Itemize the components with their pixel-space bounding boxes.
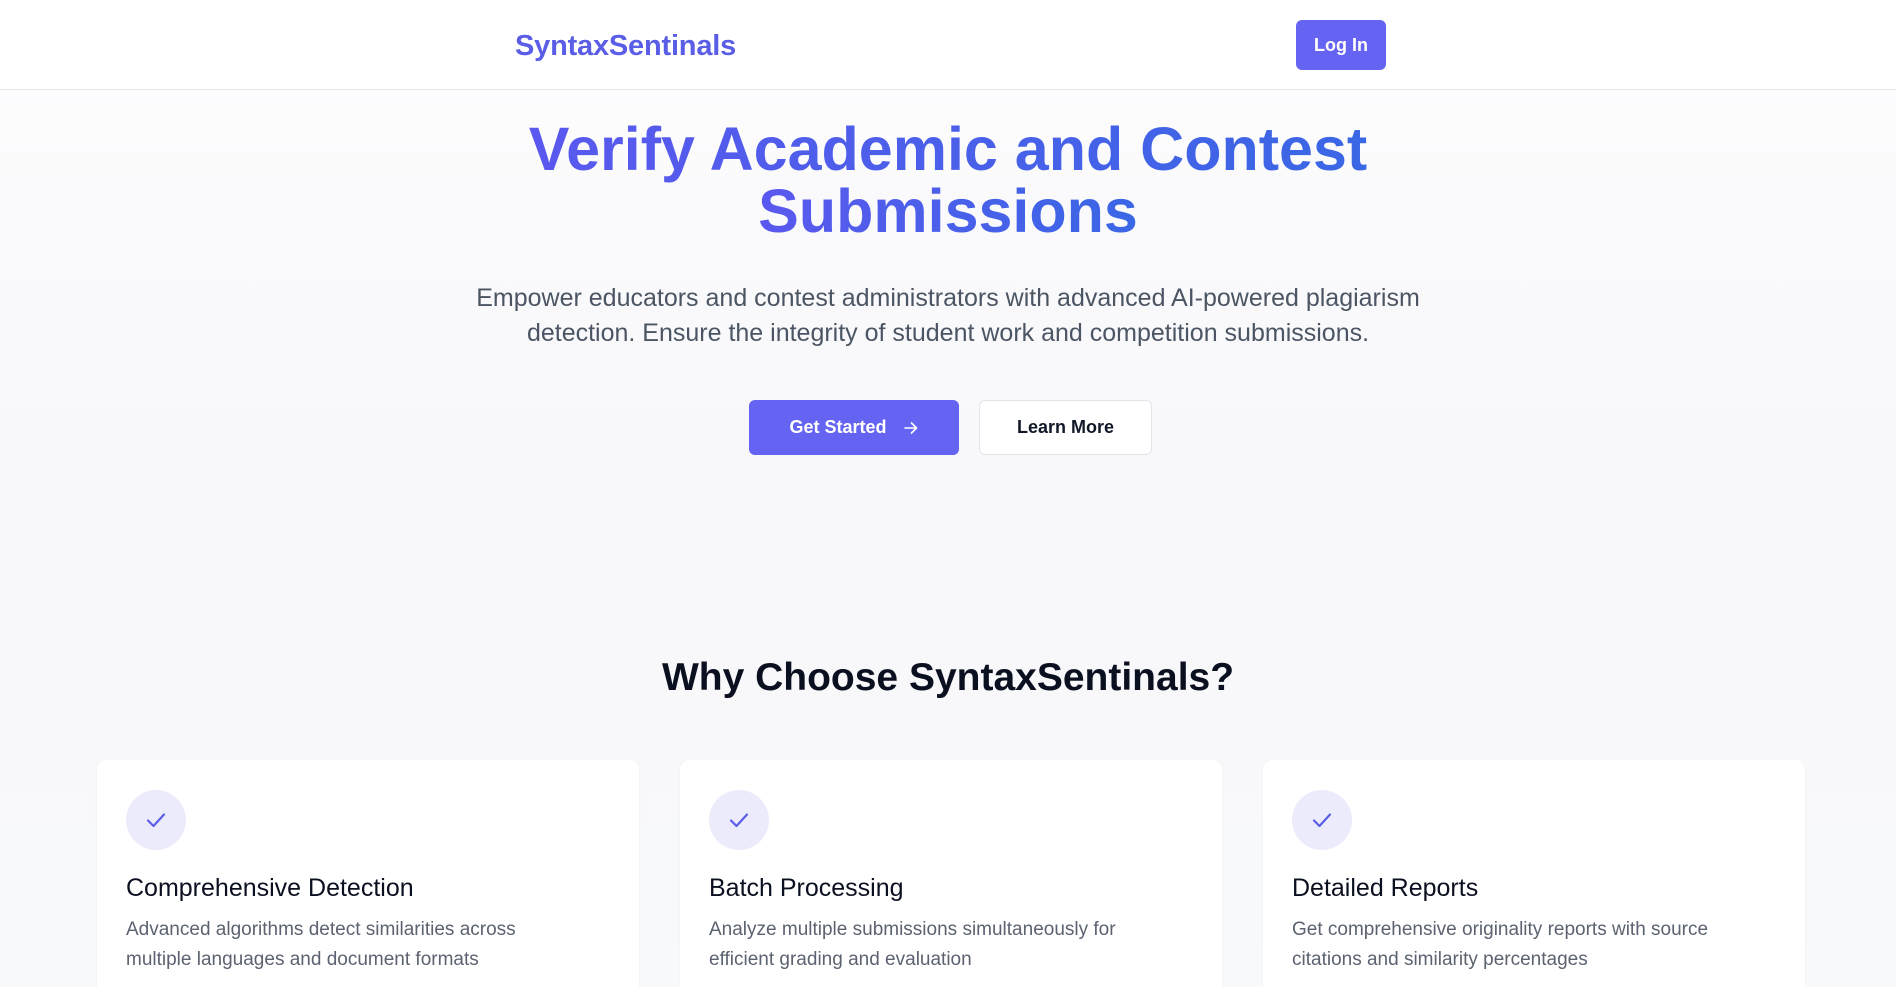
check-icon bbox=[1312, 813, 1332, 828]
feature-card-batch-processing: Batch Processing Analyze multiple submis… bbox=[680, 760, 1222, 987]
hero-title-line-1: Verify Academic and Contest bbox=[528, 115, 1368, 183]
feature-description-line-2: multiple languages and document formats bbox=[126, 949, 479, 970]
hero-subtitle: Empower educators and contest administra… bbox=[448, 281, 1448, 351]
feature-description-line-1: Advanced algorithms detect similarities … bbox=[126, 919, 516, 940]
check-icon bbox=[729, 813, 749, 828]
feature-description-line-2: efficient grading and evaluation bbox=[709, 949, 972, 970]
top-navbar: SyntaxSentinals Log In bbox=[0, 0, 1896, 90]
feature-description-line-1: Get comprehensive originality reports wi… bbox=[1292, 919, 1709, 940]
landing-page: SyntaxSentinals Log In Verify Academic a… bbox=[0, 0, 1896, 987]
get-started-button[interactable]: Get Started bbox=[749, 400, 959, 455]
feature-description: Analyze multiple submissions simultaneou… bbox=[709, 915, 1179, 975]
login-button[interactable]: Log In bbox=[1296, 20, 1386, 70]
features-section-title: Why Choose SyntaxSentinals? bbox=[661, 656, 1235, 699]
feature-card-comprehensive-detection: Comprehensive Detection Advanced algorit… bbox=[97, 760, 639, 987]
feature-description: Get comprehensive originality reports wi… bbox=[1292, 915, 1762, 975]
hero-title: Verify Academic and Contest Submissions bbox=[448, 118, 1448, 242]
brand-logo-text[interactable]: SyntaxSentinals bbox=[515, 28, 736, 64]
feature-description-line-2: citations and similarity percentages bbox=[1292, 949, 1588, 970]
learn-more-button[interactable]: Learn More bbox=[979, 400, 1152, 455]
feature-icon-badge bbox=[709, 790, 769, 850]
check-icon bbox=[146, 813, 166, 828]
hero-title-line-2: Submissions bbox=[758, 177, 1138, 245]
feature-title: Comprehensive Detection bbox=[126, 874, 414, 902]
feature-card-detailed-reports: Detailed Reports Get comprehensive origi… bbox=[1263, 760, 1805, 987]
feature-title: Batch Processing bbox=[709, 874, 904, 902]
feature-description: Advanced algorithms detect similarities … bbox=[126, 915, 596, 975]
hero-subtitle-line-1: Empower educators and contest administra… bbox=[476, 284, 1420, 312]
feature-title: Detailed Reports bbox=[1292, 874, 1479, 902]
arrow-right-icon bbox=[903, 421, 917, 434]
hero-subtitle-line-2: detection. Ensure the integrity of stude… bbox=[526, 319, 1370, 347]
feature-icon-badge bbox=[126, 790, 186, 850]
feature-description-line-1: Analyze multiple submissions simultaneou… bbox=[709, 919, 1116, 940]
feature-icon-badge bbox=[1292, 790, 1352, 850]
get-started-label: Get Started bbox=[789, 417, 887, 437]
